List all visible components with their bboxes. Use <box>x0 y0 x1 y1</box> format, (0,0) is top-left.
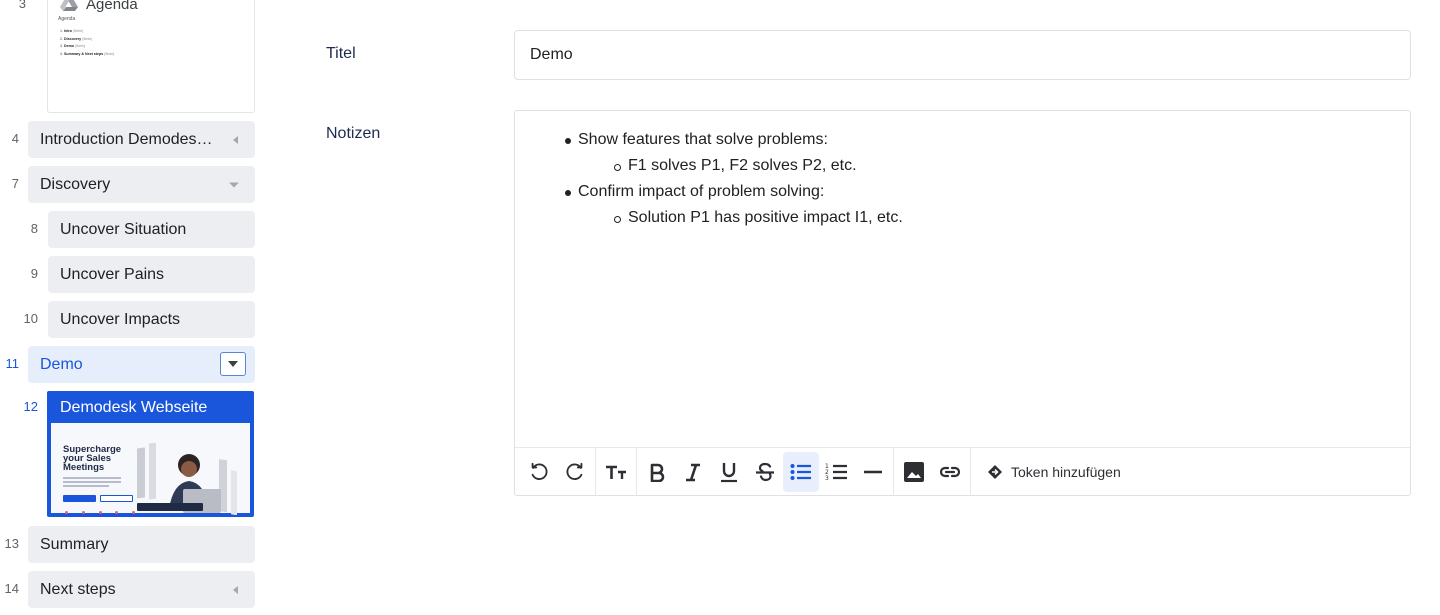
list-item: F1 solves P1, F2 solves P2, etc. <box>535 153 1390 179</box>
sidebar-item-label: Demodesk Webseite <box>60 399 208 416</box>
list-item: 2. Discovery (5min) <box>60 36 93 41</box>
toolbar-divider <box>893 447 894 496</box>
toolbar-divider <box>970 447 971 496</box>
link-icon <box>939 466 961 477</box>
sidebar-item-label: Next steps <box>40 580 116 598</box>
insert-image-button[interactable] <box>896 452 932 492</box>
website-headline: Supercharge your Sales Meetings <box>63 444 122 473</box>
website-logos <box>65 511 135 514</box>
caret-left-icon[interactable] <box>233 585 238 594</box>
numbered-list-icon: 123 <box>825 463 847 482</box>
sidebar-item-label: Demo <box>40 355 83 373</box>
sidebar-item-discovery[interactable]: Discovery <box>28 166 255 203</box>
insert-link-button[interactable] <box>932 452 968 492</box>
title-label: Titel <box>326 45 356 62</box>
sidebar-item-label: Uncover Situation <box>60 220 187 238</box>
agenda-slide-thumbnail[interactable]: Agenda Agenda 1. Intro (5min) 2. Discove… <box>47 0 255 113</box>
slide-number: 10 <box>23 311 38 326</box>
drive-icon <box>60 0 78 11</box>
underline-button[interactable] <box>711 452 747 492</box>
list-item: 3. Demo (5min) <box>60 44 86 48</box>
slide-number: 9 <box>30 266 38 281</box>
token-icon <box>988 464 1002 479</box>
list-item: 4. Summary & Next steps (5min) <box>60 51 115 56</box>
italic-icon <box>686 463 700 481</box>
sidebar-item-summary[interactable]: Summary <box>28 526 255 563</box>
numbered-list-button[interactable]: 123 <box>819 452 855 492</box>
sidebar-item-uncover-pains[interactable]: Uncover Pains <box>48 256 255 293</box>
sidebar-item-demodesk-webseite[interactable]: Demodesk Webseite Supercharge your Sales… <box>47 391 254 517</box>
agenda-thumb-list: 1. Intro (5min) 2. Discovery (5min) 3. D… <box>48 22 254 58</box>
sidebar-item-uncover-situation[interactable]: Uncover Situation <box>48 211 255 248</box>
notes-label: Notizen <box>326 125 381 142</box>
caret-left-icon[interactable] <box>233 135 238 144</box>
toolbar-divider <box>636 447 637 496</box>
undo-icon <box>531 462 548 480</box>
sidebar-item-introduction[interactable]: Introduction Demodes… <box>28 121 255 158</box>
strikethrough-icon <box>756 462 774 481</box>
slide-number: 7 <box>11 176 19 191</box>
bold-button[interactable] <box>639 452 675 492</box>
horizontal-rule-button[interactable] <box>855 452 891 492</box>
redo-icon <box>566 462 583 480</box>
font-size-icon <box>606 465 626 479</box>
list-item: 1. Intro (5min) <box>60 29 84 33</box>
horizontal-rule-icon <box>864 470 882 473</box>
sidebar-item-label: Discovery <box>40 175 111 193</box>
undo-button[interactable] <box>521 452 557 492</box>
add-token-label: Token hinzufügen <box>1011 463 1121 480</box>
website-primary-button <box>63 495 96 502</box>
sidebar-item-next-steps[interactable]: Next steps <box>28 571 255 608</box>
font-size-button[interactable] <box>598 452 634 492</box>
list-item: Show features that solve problems: <box>535 127 1390 153</box>
notes-editor[interactable]: Show features that solve problems: F1 so… <box>514 110 1411 496</box>
redo-button[interactable] <box>557 452 593 492</box>
slide-sidebar: 3 Agenda Agenda 1. Intro (5min) 2. Disco… <box>0 0 262 615</box>
slide-number: 11 <box>5 356 20 371</box>
slide-number: 12 <box>23 399 38 414</box>
svg-text:3: 3 <box>825 475 829 482</box>
editor-toolbar: 123 Token hinzufügen <box>515 447 1410 496</box>
notes-content[interactable]: Show features that solve problems: F1 so… <box>515 111 1410 448</box>
toolbar-divider <box>595 447 596 496</box>
bullet-list-icon <box>790 463 811 480</box>
agenda-title: Agenda <box>86 0 138 13</box>
sidebar-item-label: Uncover Impacts <box>60 310 181 328</box>
title-input[interactable] <box>514 30 1411 80</box>
website-text-lines <box>63 477 121 489</box>
slide-number: 4 <box>11 131 19 146</box>
bold-icon <box>650 463 665 482</box>
slide-number: 8 <box>30 221 38 236</box>
list-item: Confirm impact of problem solving: <box>535 179 1390 205</box>
image-icon <box>904 461 924 482</box>
italic-button[interactable] <box>675 452 711 492</box>
bullet-list-button[interactable] <box>783 451 819 492</box>
slide-number: 3 <box>18 0 26 11</box>
sidebar-item-label: Introduction Demodes… <box>40 130 213 148</box>
slide-number: 14 <box>4 581 19 596</box>
sidebar-item-label: Summary <box>40 535 109 553</box>
underline-icon <box>721 462 737 482</box>
strikethrough-button[interactable] <box>747 452 783 492</box>
caret-down-icon <box>228 361 238 367</box>
add-token-button[interactable]: Token hinzufügen <box>973 452 1133 492</box>
website-secondary-button <box>100 495 133 502</box>
sidebar-item-label: Uncover Pains <box>60 265 165 283</box>
website-thumbnail: Supercharge your Sales Meetings <box>51 423 250 515</box>
caret-down-icon[interactable] <box>229 182 239 187</box>
sidebar-item-demo[interactable]: Demo <box>28 346 255 383</box>
website-badge <box>137 503 203 511</box>
collapse-toggle-button[interactable] <box>220 352 246 376</box>
slide-number: 13 <box>4 536 19 551</box>
list-item: Solution P1 has positive impact I1, etc. <box>535 205 1390 231</box>
sidebar-item-uncover-impacts[interactable]: Uncover Impacts <box>48 301 255 338</box>
